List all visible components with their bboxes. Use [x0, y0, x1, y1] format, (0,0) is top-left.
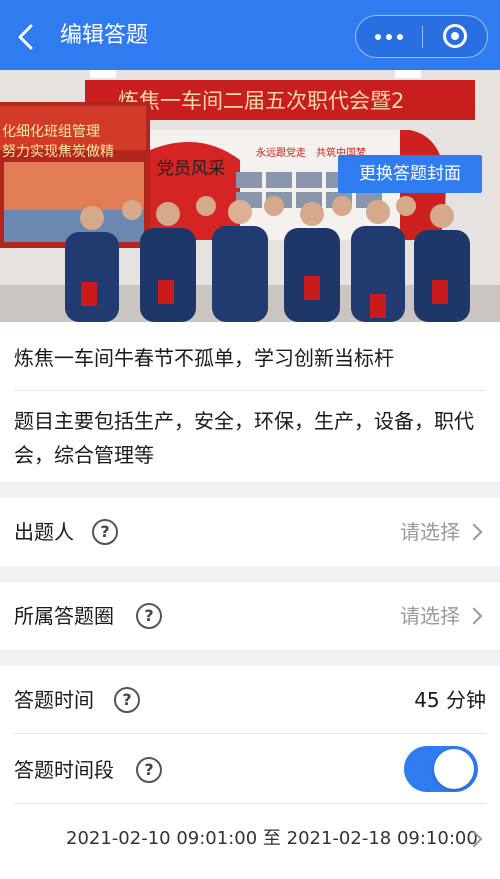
banner-text: 炼焦一车间二届五次职代会暨2: [118, 89, 404, 113]
divider: [14, 733, 486, 734]
question-setter-placeholder: 请选择: [400, 520, 460, 544]
help-circle-icon[interactable]: ?: [136, 757, 162, 783]
quiz-time-value[interactable]: 45 分钟: [414, 685, 486, 715]
chevron-left-icon: [18, 24, 33, 50]
quiz-circle-placeholder: 请选择: [400, 604, 460, 628]
quiz-title[interactable]: 炼焦一车间牛春节不孤单，学习创新当标杆: [14, 340, 394, 376]
back-button[interactable]: [10, 20, 44, 54]
help-circle-icon[interactable]: ?: [114, 687, 140, 713]
divider: [14, 803, 486, 804]
help-circle-icon[interactable]: ?: [92, 519, 118, 545]
mini-program-capsule: [355, 15, 488, 58]
navigation-bar: 编辑答题: [0, 0, 500, 70]
panel-slogan-1: 永远跟党走: [256, 146, 306, 159]
page-title: 编辑答题: [60, 23, 149, 48]
question-setter-label: 出题人: [14, 520, 74, 544]
cover-photo-illustration: 炼焦一车间二届五次职代会暨2 化细化班组管理 努力实现焦炭做精 党员风采 永远跟…: [0, 70, 500, 322]
cover-image: 炼焦一车间二届五次职代会暨2 化细化班组管理 努力实现焦炭做精 党员风采 永远跟…: [0, 70, 500, 322]
side-banner-line-2: 努力实现焦炭做精: [2, 144, 114, 160]
side-banner-line-1: 化细化班组管理: [2, 124, 100, 140]
close-mini-program-button[interactable]: [423, 16, 487, 57]
time-range-toggle[interactable]: [404, 746, 478, 792]
time-range-label: 答题时间段: [14, 758, 114, 782]
toggle-knob: [434, 749, 474, 789]
quiz-time-label: 答题时间: [14, 688, 94, 712]
panel-heading: 党员风采: [157, 159, 225, 179]
time-range-value[interactable]: 2021-02-10 09:01:00 至 2021-02-18 09:10:0…: [66, 824, 478, 854]
help-circle-icon[interactable]: ?: [136, 603, 162, 629]
divider: [14, 390, 486, 391]
more-button[interactable]: [356, 16, 422, 57]
quiz-description[interactable]: 题目主要包括生产，安全，环保，生产，设备，职代会，综合管理等: [14, 404, 492, 472]
quiz-circle-label: 所属答题圈: [14, 604, 114, 628]
change-cover-button[interactable]: 更换答题封面: [338, 155, 482, 193]
